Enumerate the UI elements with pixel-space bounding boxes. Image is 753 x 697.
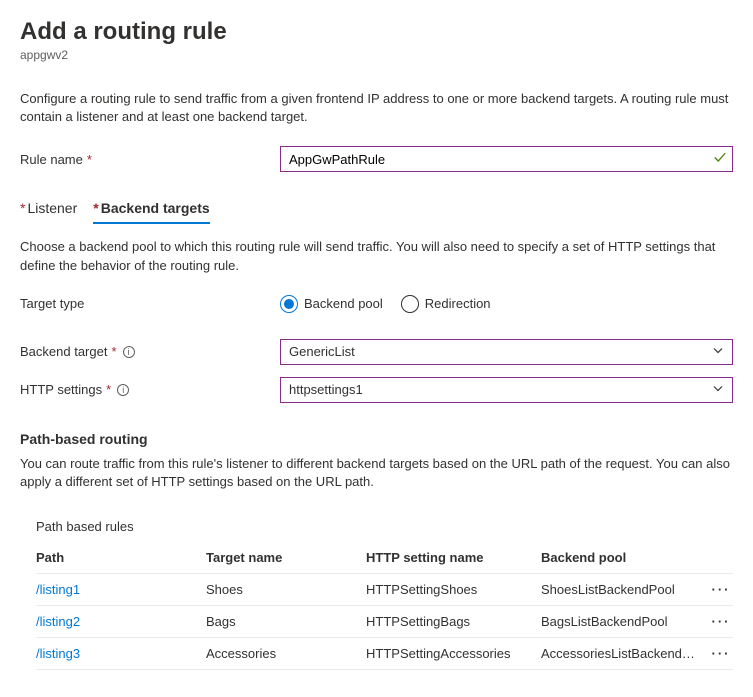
- chevron-down-icon: [712, 382, 724, 397]
- backend-desc: Choose a backend pool to which this rout…: [20, 238, 733, 274]
- target-type-label: Target type: [20, 296, 280, 311]
- table-header-row: Path Target name HTTP setting name Backe…: [36, 542, 733, 574]
- path-rules-table: Path Target name HTTP setting name Backe…: [36, 542, 733, 670]
- http-settings-label: HTTP settings* i: [20, 382, 280, 397]
- radio-backend-pool[interactable]: Backend pool: [280, 295, 383, 313]
- path-link[interactable]: /listing3: [36, 646, 206, 661]
- table-row: /listing2 Bags HTTPSettingBags BagsListB…: [36, 606, 733, 638]
- cell-pool: ShoesListBackendPool: [541, 582, 706, 597]
- breadcrumb-context: appgwv2: [20, 48, 733, 62]
- cell-target: Accessories: [206, 646, 366, 661]
- check-icon: [713, 151, 727, 168]
- info-icon[interactable]: i: [123, 346, 135, 358]
- path-routing-desc: You can route traffic from this rule's l…: [20, 455, 733, 491]
- cell-target: Bags: [206, 614, 366, 629]
- col-path: Path: [36, 550, 206, 565]
- cell-http: HTTPSettingAccessories: [366, 646, 541, 661]
- row-menu-button[interactable]: ···: [706, 646, 736, 661]
- backend-target-select[interactable]: GenericList: [280, 339, 733, 365]
- backend-target-label: Backend target* i: [20, 344, 280, 359]
- path-link[interactable]: /listing2: [36, 614, 206, 629]
- cell-http: HTTPSettingBags: [366, 614, 541, 629]
- cell-target: Shoes: [206, 582, 366, 597]
- http-settings-select[interactable]: httpsettings1: [280, 377, 733, 403]
- rule-name-input[interactable]: [280, 146, 733, 172]
- tab-listener[interactable]: *Listener: [20, 200, 77, 224]
- radio-redirection[interactable]: Redirection: [401, 295, 491, 313]
- row-menu-button[interactable]: ···: [706, 614, 736, 629]
- cell-pool: AccessoriesListBackendP…: [541, 646, 706, 661]
- row-menu-button[interactable]: ···: [706, 582, 736, 597]
- chevron-down-icon: [712, 344, 724, 359]
- rule-name-label: Rule name*: [20, 152, 280, 167]
- page-title: Add a routing rule: [20, 18, 733, 46]
- path-link[interactable]: /listing1: [36, 582, 206, 597]
- col-http: HTTP setting name: [366, 550, 541, 565]
- table-row: /listing3 Accessories HTTPSettingAccesso…: [36, 638, 733, 670]
- table-row: /listing1 Shoes HTTPSettingShoes ShoesLi…: [36, 574, 733, 606]
- cell-pool: BagsListBackendPool: [541, 614, 706, 629]
- col-target: Target name: [206, 550, 366, 565]
- col-pool: Backend pool: [541, 550, 706, 565]
- cell-http: HTTPSettingShoes: [366, 582, 541, 597]
- path-rules-subheading: Path based rules: [36, 519, 733, 534]
- tab-backend-targets[interactable]: *Backend targets: [93, 200, 209, 224]
- path-routing-heading: Path-based routing: [20, 431, 733, 447]
- info-icon[interactable]: i: [117, 384, 129, 396]
- intro-text: Configure a routing rule to send traffic…: [20, 90, 733, 126]
